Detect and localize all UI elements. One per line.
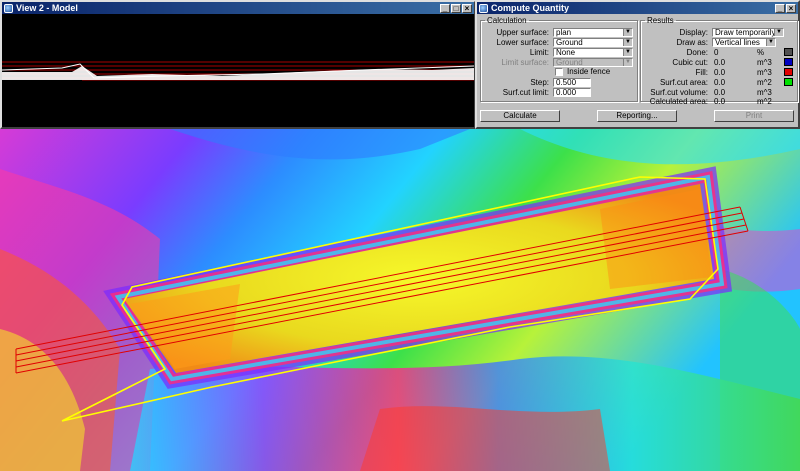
result-unit-surf-cut-volume: m^3: [757, 88, 772, 97]
draw-as-select[interactable]: Vertical lines ▼: [712, 38, 776, 47]
display-value: Draw temporarily: [715, 28, 776, 37]
terrain-view[interactable]: [0, 129, 800, 471]
draw-as-label: Draw as:: [676, 38, 708, 47]
result-unit-calculated-area: m^2: [757, 97, 772, 106]
dropdown-arrow-icon[interactable]: ▼: [766, 39, 775, 46]
view2-titlebar[interactable]: View 2 - Model _ □ ×: [2, 2, 474, 14]
fill-color-swatch[interactable]: [784, 68, 793, 76]
result-value-calculated-area: 0.0: [714, 97, 726, 106]
dropdown-arrow-icon[interactable]: ▼: [623, 29, 632, 36]
display-select[interactable]: Draw temporarily ▼: [712, 28, 784, 37]
compute-quantity-dialog[interactable]: Compute Quantity _ × Calculation Upper s…: [475, 0, 800, 129]
step-label: Step:: [530, 78, 549, 87]
result-value-fill: 0.0: [714, 68, 726, 77]
surf-cut-area-color-swatch[interactable]: [784, 78, 793, 86]
profile-view[interactable]: [1, 14, 475, 127]
limit-surface-label: Limit surface:: [501, 58, 549, 67]
inside-fence-checkbox[interactable]: [555, 68, 563, 76]
dialog-titlebar[interactable]: Compute Quantity _ ×: [477, 2, 798, 14]
print-button: Print: [714, 110, 794, 122]
result-value-surf-cut-area: 0.0: [714, 78, 726, 87]
minimize-button[interactable]: _: [440, 3, 450, 13]
surf-cut-limit-input[interactable]: 0.000: [553, 88, 591, 97]
maximize-button[interactable]: □: [451, 3, 461, 13]
step-input[interactable]: 0.500: [553, 78, 591, 87]
result-unit-done: %: [757, 48, 765, 57]
result-label-cubic-cut: Cubic cut:: [672, 58, 708, 67]
result-label-fill: Fill:: [695, 68, 708, 77]
calculate-button[interactable]: Calculate: [480, 110, 560, 122]
upper-surface-select[interactable]: plan ▼: [553, 28, 633, 37]
dialog-minimize-button[interactable]: _: [775, 3, 785, 13]
limit-surface-value: Ground: [556, 58, 583, 67]
dropdown-arrow-icon: ▼: [623, 59, 632, 66]
result-label-surf-cut-volume: Surf.cut volume:: [650, 88, 708, 97]
display-label: Display:: [679, 28, 708, 37]
lower-surface-label: Lower surface:: [496, 38, 549, 47]
lower-surface-select[interactable]: Ground ▼: [553, 38, 633, 47]
limit-surface-select: Ground ▼: [553, 58, 633, 67]
result-unit-fill: m^3: [757, 68, 772, 77]
draw-as-value: Vertical lines: [715, 38, 760, 47]
inside-fence-label[interactable]: Inside fence: [567, 67, 610, 76]
done-color-swatch[interactable]: [784, 48, 793, 56]
result-value-done: 0: [714, 48, 719, 57]
dropdown-arrow-icon[interactable]: ▼: [774, 29, 783, 36]
result-unit-surf-cut-area: m^2: [757, 78, 772, 87]
limit-select[interactable]: None ▼: [553, 48, 633, 57]
view2-title: View 2 - Model: [16, 3, 78, 13]
result-label-done: Done:: [686, 48, 708, 57]
dialog-title: Compute Quantity: [491, 3, 569, 13]
upper-surface-label: Upper surface:: [496, 28, 549, 37]
calculation-legend: Calculation: [487, 16, 527, 25]
lower-surface-value: Ground: [556, 38, 583, 47]
results-legend: Results: [647, 16, 674, 25]
limit-value: None: [556, 48, 576, 57]
close-button[interactable]: ×: [462, 3, 472, 13]
dropdown-arrow-icon[interactable]: ▼: [623, 39, 632, 46]
surf-cut-limit-label: Surf.cut limit:: [502, 88, 549, 97]
view2-canvas[interactable]: [1, 14, 475, 127]
view-window-icon: [4, 3, 13, 13]
result-label-surf-cut-area: Surf.cut area:: [659, 78, 708, 87]
cubic-cut-color-swatch[interactable]: [784, 58, 793, 66]
dropdown-arrow-icon[interactable]: ▼: [623, 49, 632, 56]
result-value-cubic-cut: 0.0: [714, 58, 726, 67]
result-label-calculated-area: Calculated area:: [649, 97, 708, 106]
result-unit-cubic-cut: m^3: [757, 58, 772, 67]
terrain-canvas[interactable]: [0, 129, 800, 471]
dialog-close-button[interactable]: ×: [786, 3, 796, 13]
result-value-surf-cut-volume: 0.0: [714, 88, 726, 97]
limit-label: Limit:: [529, 48, 549, 57]
view2-window[interactable]: View 2 - Model _ □ ×: [0, 0, 476, 129]
dialog-icon: [479, 3, 488, 13]
reporting-button[interactable]: Reporting...: [597, 110, 677, 122]
upper-surface-value: plan: [556, 28, 572, 37]
